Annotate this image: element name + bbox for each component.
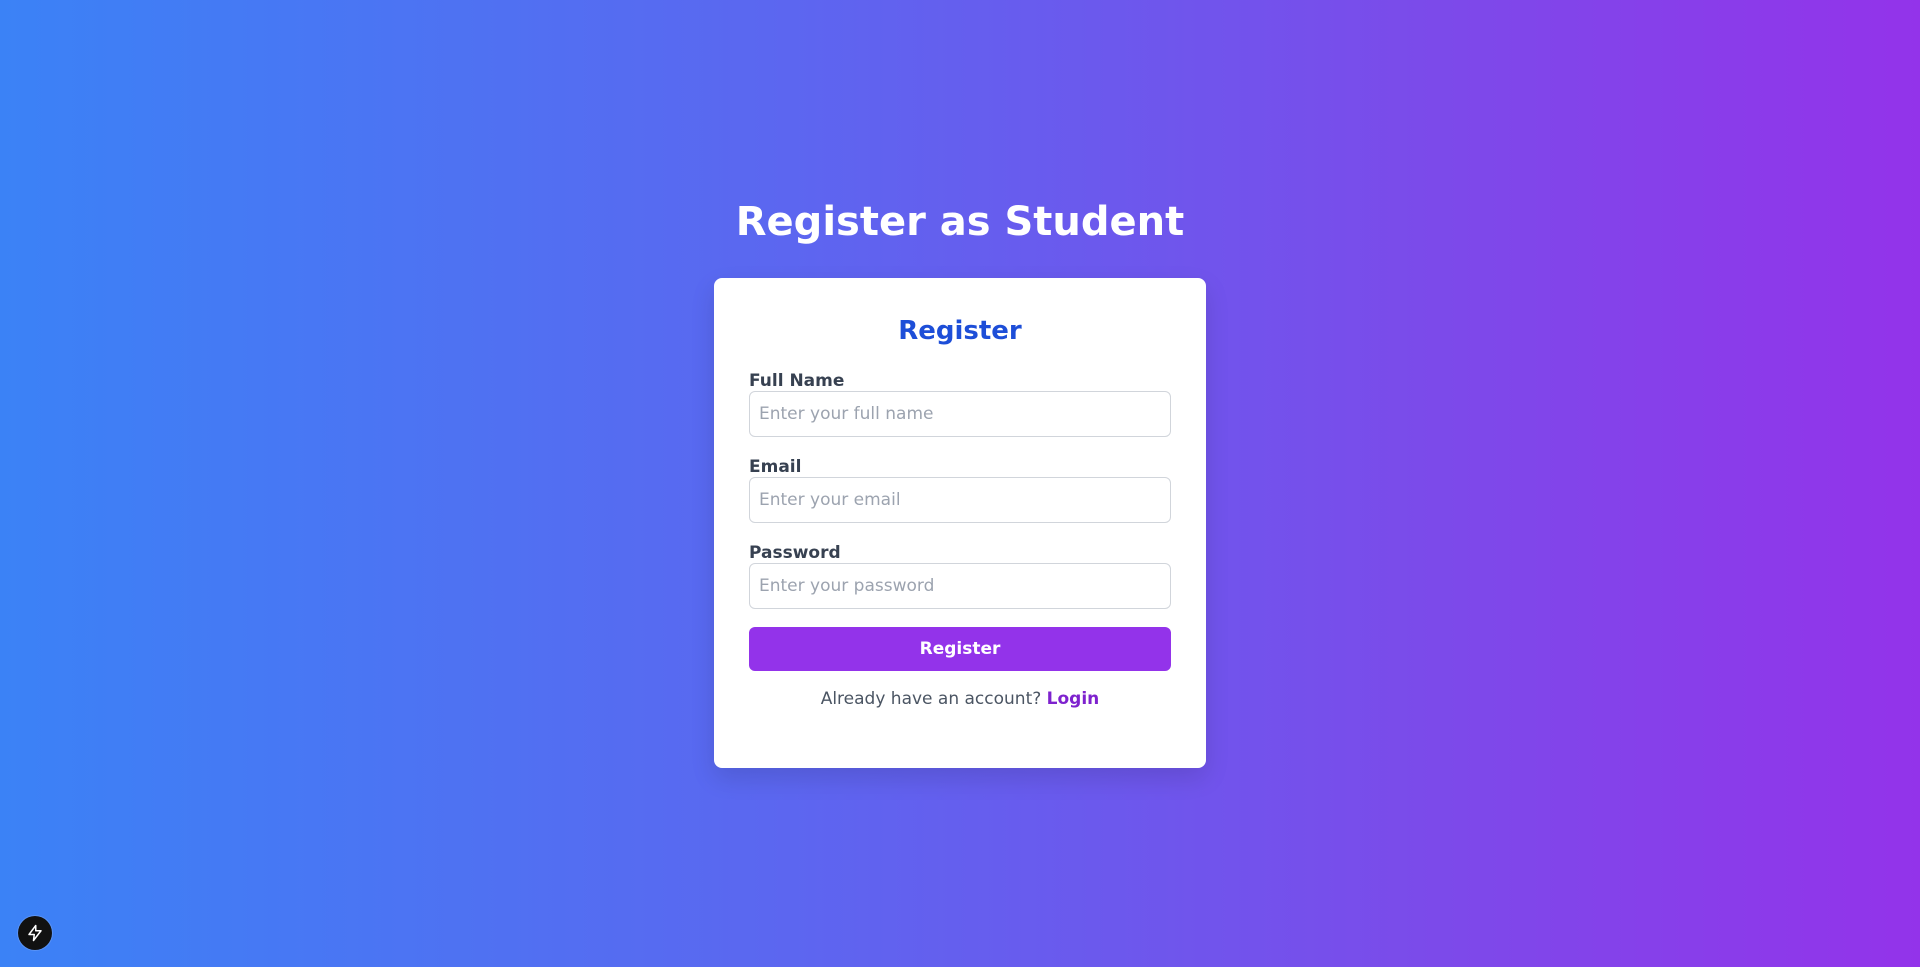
login-link[interactable]: Login (1047, 689, 1100, 709)
email-input[interactable] (749, 477, 1171, 523)
login-prompt-text: Already have an account? (820, 689, 1047, 709)
full-name-input[interactable] (749, 391, 1171, 437)
password-input[interactable] (749, 563, 1171, 609)
email-label: Email (749, 457, 802, 477)
login-prompt: Already have an account? Login (749, 687, 1171, 711)
full-name-label: Full Name (749, 371, 845, 391)
password-label: Password (749, 543, 841, 563)
dev-tools-button[interactable] (18, 916, 52, 950)
password-field: Password (749, 543, 1171, 609)
register-button[interactable]: Register (749, 627, 1171, 671)
lightning-bolt-icon (26, 924, 44, 942)
full-name-field: Full Name (749, 371, 1171, 437)
register-card: Register Full Name Email Password Regist… (714, 278, 1206, 768)
page-heading: Register as Student (735, 199, 1185, 245)
card-title: Register (898, 316, 1022, 346)
email-field: Email (749, 457, 1171, 523)
